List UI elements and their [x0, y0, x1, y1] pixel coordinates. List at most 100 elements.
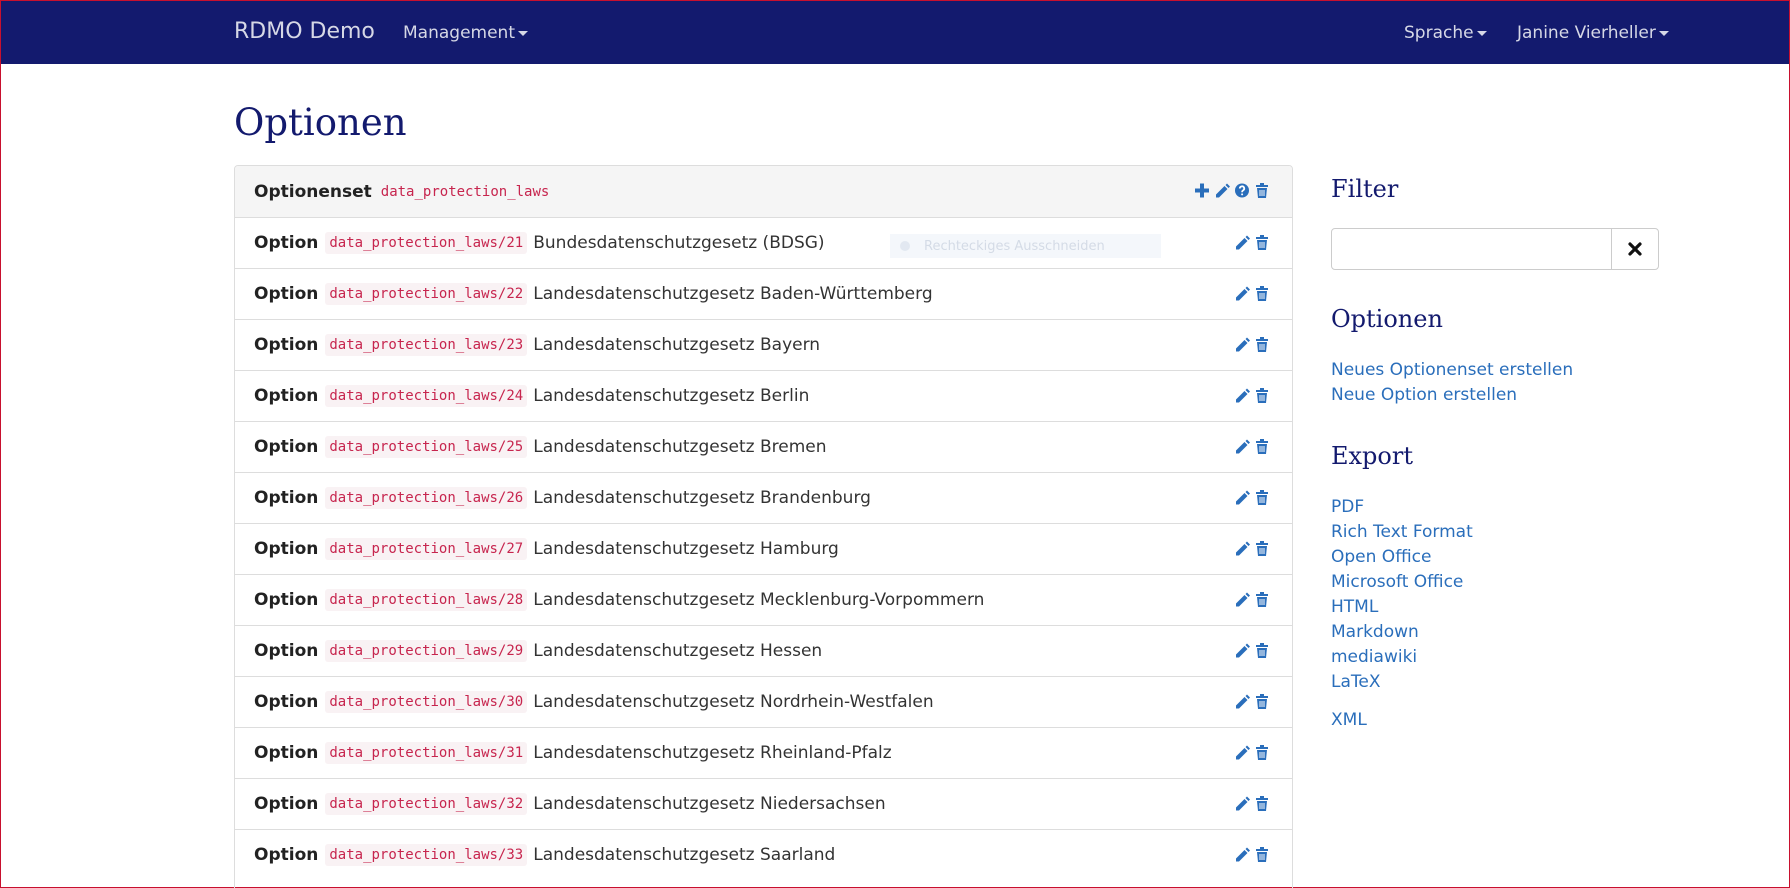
trash-icon[interactable]: [1254, 540, 1270, 557]
new-option-link[interactable]: Neue Option erstellen: [1331, 385, 1517, 405]
export-heading: Export: [1331, 442, 1413, 470]
option-row: Option data_protection_laws/23 Landesdaten…: [235, 319, 1292, 370]
export-link-html[interactable]: HTML: [1331, 597, 1378, 617]
option-actions: [1234, 846, 1270, 863]
pencil-icon[interactable]: [1234, 234, 1250, 251]
option-row: Option data_protection_laws/22 Landesdaten…: [235, 268, 1292, 319]
pencil-icon[interactable]: [1214, 182, 1230, 199]
option-actions: [1234, 642, 1270, 659]
option-type-label: Option: [254, 692, 319, 712]
option-type-label: Option: [254, 794, 319, 814]
brand-link[interactable]: RDMO Demo: [234, 19, 375, 44]
pencil-icon[interactable]: [1234, 591, 1250, 608]
option-text: Landesdatenschutzgesetz Brandenburg: [533, 488, 871, 508]
option-type-label: Option: [254, 284, 319, 304]
new-optionset-link[interactable]: Neues Optionenset erstellen: [1331, 360, 1573, 380]
filter-heading: Filter: [1331, 175, 1399, 203]
export-link-mediawiki[interactable]: mediawiki: [1331, 647, 1417, 667]
export-link-rich-text-format[interactable]: Rich Text Format: [1331, 522, 1473, 542]
option-key: data_protection_laws/24: [325, 385, 528, 407]
pencil-icon[interactable]: [1234, 540, 1250, 557]
option-text: Landesdatenschutzgesetz Bremen: [533, 437, 827, 457]
trash-icon[interactable]: [1254, 387, 1270, 404]
option-key: data_protection_laws/23: [325, 334, 528, 356]
optionset-panel: Optionenset data_protection_laws Option d…: [234, 165, 1293, 888]
filter-clear-button[interactable]: [1611, 228, 1659, 270]
trash-icon[interactable]: [1254, 285, 1270, 302]
pencil-icon[interactable]: [1234, 336, 1250, 353]
option-actions: [1234, 591, 1270, 608]
option-text: Landesdatenschutzgesetz Nordrhein-Westfa…: [533, 692, 934, 712]
export-link-open-office[interactable]: Open Office: [1331, 547, 1431, 567]
user-menu[interactable]: Janine Vierheller: [1517, 23, 1669, 43]
trash-icon[interactable]: [1254, 182, 1270, 199]
export-link-pdf[interactable]: PDF: [1331, 497, 1364, 517]
option-text: Landesdatenschutzgesetz Hamburg: [533, 539, 839, 559]
option-actions: [1234, 387, 1270, 404]
trash-icon[interactable]: [1254, 795, 1270, 812]
trash-icon[interactable]: [1254, 744, 1270, 761]
option-row: Option data_protection_laws/28 Landesdaten…: [235, 574, 1292, 625]
question-icon[interactable]: [1234, 182, 1250, 199]
option-actions: [1234, 744, 1270, 761]
language-label: Sprache: [1404, 23, 1474, 43]
option-actions: [1234, 795, 1270, 812]
user-label: Janine Vierheller: [1517, 23, 1656, 43]
trash-icon[interactable]: [1254, 336, 1270, 353]
option-key: data_protection_laws/25: [325, 436, 528, 458]
option-row: Option data_protection_laws/25 Landesdaten…: [235, 421, 1292, 472]
trash-icon[interactable]: [1254, 438, 1270, 455]
trash-icon[interactable]: [1254, 846, 1270, 863]
pencil-icon[interactable]: [1234, 387, 1250, 404]
option-key: data_protection_laws/26: [325, 487, 528, 509]
pencil-icon[interactable]: [1234, 285, 1250, 302]
language-menu[interactable]: Sprache: [1404, 23, 1487, 43]
plus-icon[interactable]: [1194, 182, 1210, 199]
caret-down-icon: [518, 30, 528, 36]
option-row: Option data_protection_laws/30 Landesdaten…: [235, 676, 1292, 727]
export-link-microsoft-office[interactable]: Microsoft Office: [1331, 572, 1463, 592]
option-key: data_protection_laws/33: [325, 844, 528, 866]
trash-icon[interactable]: [1254, 234, 1270, 251]
export-link-markdown[interactable]: Markdown: [1331, 622, 1419, 642]
option-type-label: Option: [254, 743, 319, 763]
pencil-icon[interactable]: [1234, 693, 1250, 710]
pencil-icon[interactable]: [1234, 744, 1250, 761]
option-key: data_protection_laws/31: [325, 742, 528, 764]
option-row: Option data_protection_laws/33 Landesdaten…: [235, 829, 1292, 880]
option-actions: [1234, 693, 1270, 710]
trash-icon[interactable]: [1254, 489, 1270, 506]
option-text: Landesdatenschutzgesetz Hessen: [533, 641, 823, 661]
option-actions: [1234, 540, 1270, 557]
pencil-icon[interactable]: [1234, 438, 1250, 455]
filter-input[interactable]: [1331, 228, 1612, 270]
option-text: Landesdatenschutzgesetz Bayern: [533, 335, 821, 355]
option-actions: [1234, 438, 1270, 455]
trash-icon[interactable]: [1254, 591, 1270, 608]
option-type-label: Option: [254, 437, 319, 457]
caret-down-icon: [1476, 30, 1487, 36]
options-heading: Optionen: [1331, 305, 1443, 333]
option-row: Option data_protection_laws/26 Landesdaten…: [235, 472, 1292, 523]
option-text: Bundesdatenschutzgesetz (BDSG): [533, 233, 825, 253]
trash-icon[interactable]: [1254, 693, 1270, 710]
optionset-header: Optionenset data_protection_laws: [235, 166, 1292, 217]
option-row: Option data_protection_laws/24 Landesdaten…: [235, 370, 1292, 421]
option-text: Landesdatenschutzgesetz Mecklenburg-Vorp…: [533, 590, 985, 610]
trash-icon[interactable]: [1254, 642, 1270, 659]
option-row: Option data_protection_laws/27 Landesdaten…: [235, 523, 1292, 574]
pencil-icon[interactable]: [1234, 795, 1250, 812]
option-type-label: Option: [254, 845, 319, 865]
snip-overlay: Rechteckiges Ausschneiden: [890, 234, 1161, 258]
export-xml-link[interactable]: XML: [1331, 710, 1367, 730]
pencil-icon[interactable]: [1234, 489, 1250, 506]
management-menu[interactable]: Management: [403, 23, 528, 43]
option-type-label: Option: [254, 386, 319, 406]
option-row: Option data_protection_laws/29 Landesdaten…: [235, 625, 1292, 676]
snip-icon: [900, 241, 910, 251]
option-actions: [1234, 489, 1270, 506]
option-type-label: Option: [254, 233, 319, 253]
pencil-icon[interactable]: [1234, 846, 1250, 863]
export-link-latex[interactable]: LaTeX: [1331, 672, 1381, 692]
pencil-icon[interactable]: [1234, 642, 1250, 659]
